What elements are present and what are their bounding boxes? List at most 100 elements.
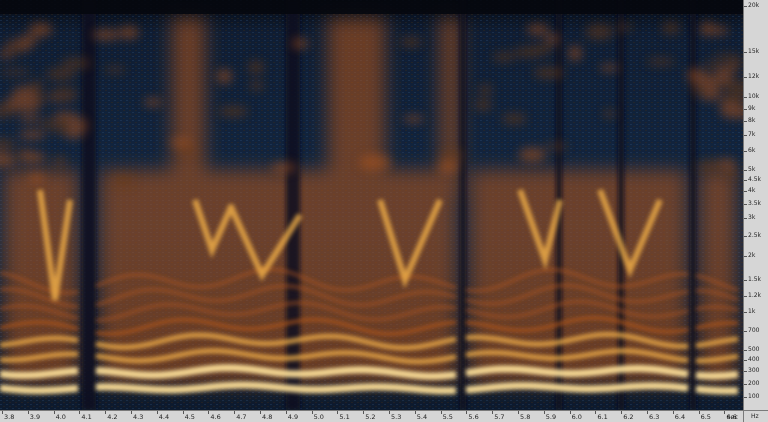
energy-speckle [437,161,459,173]
energy-speckle [492,52,516,62]
time-tick-label: 5.2 [365,413,376,421]
energy-speckle [526,44,554,55]
time-tick-label: 4.3 [133,413,144,421]
time-tick-label: 6.4 [674,413,686,421]
time-tick [543,411,545,414]
frequency-tick [744,236,747,237]
time-tick-label: 4.0 [55,413,66,421]
energy-speckle [533,66,565,79]
frequency-tick [744,6,747,7]
frequency-tick [744,331,747,332]
frequency-tick-label: 400 [748,356,760,363]
frequency-tick [744,109,747,110]
time-tick-label: 5.3 [391,413,402,421]
frequency-tick [744,204,747,205]
time-tick [518,411,519,414]
energy-speckle [0,69,31,76]
time-tick-label: 6.5 [700,413,711,421]
pause-gap [690,0,696,410]
energy-speckle [18,130,46,139]
energy-speckle [603,109,616,119]
time-tick-label: 5.0 [313,413,324,421]
harmonic-band [695,385,739,395]
energy-speckle [439,149,464,161]
energy-speckle [646,58,676,66]
top-band [0,0,743,14]
harmonic-band [465,382,689,394]
time-tick-label: 5.4 [416,413,428,421]
frequency-tick-label: 10k [748,93,760,100]
fricative-column [172,18,205,198]
frequency-tick [744,151,747,152]
energy-speckle [708,26,729,35]
time-tick-label: 4.4 [158,413,170,421]
time-tick [440,411,442,414]
frequency-tick [744,52,747,53]
spectral-display: 20k 15k 12k 10k 9k 8k 7k 6k 5k 4.5k 4k 3.5k 3k 2.5k 2k… [0,0,768,422]
energy-speckle [727,55,743,68]
time-tick [569,411,571,414]
time-tick [698,411,700,414]
energy-speckle [478,84,493,95]
frequency-tick-label: 1.2k [748,292,762,299]
time-tick-label: 4.7 [236,413,247,421]
frequency-tick-label: 500 [748,346,760,353]
spectrogram-view[interactable] [0,0,743,410]
time-tick-label: 5.7 [494,413,505,421]
fricative-column [328,18,385,198]
frequency-tick-label: 100 [748,393,760,400]
frequency-tick [744,180,747,181]
energy-speckle [518,147,546,162]
time-tick [182,411,184,414]
time-tick [414,411,416,414]
energy-speckle [29,80,44,92]
time-tick [337,411,339,414]
energy-speckle [16,36,37,46]
energy-speckle [61,57,91,69]
energy-speckle [568,45,582,61]
time-ruler[interactable]: 3.8 3.9 4.0 4.1 4.2 4.3 4.4 4.5 4.6 4.7 4.8 4.9 5.0 5… [0,410,743,422]
energy-speckle [39,118,54,128]
frequency-tick-label: 9k [748,105,756,112]
energy-speckle [661,22,680,35]
spectrogram-image [0,0,743,410]
unit-corner: Hz [743,410,768,422]
frequency-tick-label: 12k [748,73,760,80]
time-tick [285,411,287,414]
time-tick [466,411,468,414]
time-tick [363,411,365,414]
time-tick-label: 6.1 [597,413,608,421]
time-tick [27,411,29,414]
time-tick [156,411,158,414]
frequency-tick-label: 15k [748,48,760,55]
time-tick [79,411,81,414]
frequency-tick-label: 4.5k [748,176,762,183]
energy-speckle [271,162,297,173]
time-tick [724,411,726,414]
frequency-tick-label: 5k [748,166,756,173]
energy-speckle [291,38,309,49]
time-tick [2,411,3,414]
energy-speckle [216,68,232,84]
time-tick-label: 4.8 [262,413,273,421]
frequency-tick-label: 300 [748,367,760,374]
frequency-tick-label: 1.5k [748,276,762,283]
frequency-tick [744,384,747,385]
time-tick-label: 5.9 [545,413,557,421]
frequency-ruler[interactable]: 20k 15k 12k 10k 9k 8k 7k 6k 5k 4.5k 4k 3.5k 3k 2.5k 2k… [743,0,768,410]
energy-speckle [599,64,619,72]
time-tick-label: 5.6 [468,413,479,421]
frequency-tick [744,296,747,297]
energy-speckle [104,66,126,73]
time-tick [105,411,107,414]
time-tick [311,411,313,414]
energy-speckle [18,151,46,163]
energy-speckle [400,37,423,48]
frequency-tick-label: 7k [748,131,756,138]
frequency-tick-label: 2.5k [748,232,762,239]
energy-speckle [615,23,633,31]
frequency-tick [744,77,747,78]
frequency-tick [744,97,747,98]
frequency-tick-label: 6k [748,147,756,154]
time-tick [234,411,236,414]
